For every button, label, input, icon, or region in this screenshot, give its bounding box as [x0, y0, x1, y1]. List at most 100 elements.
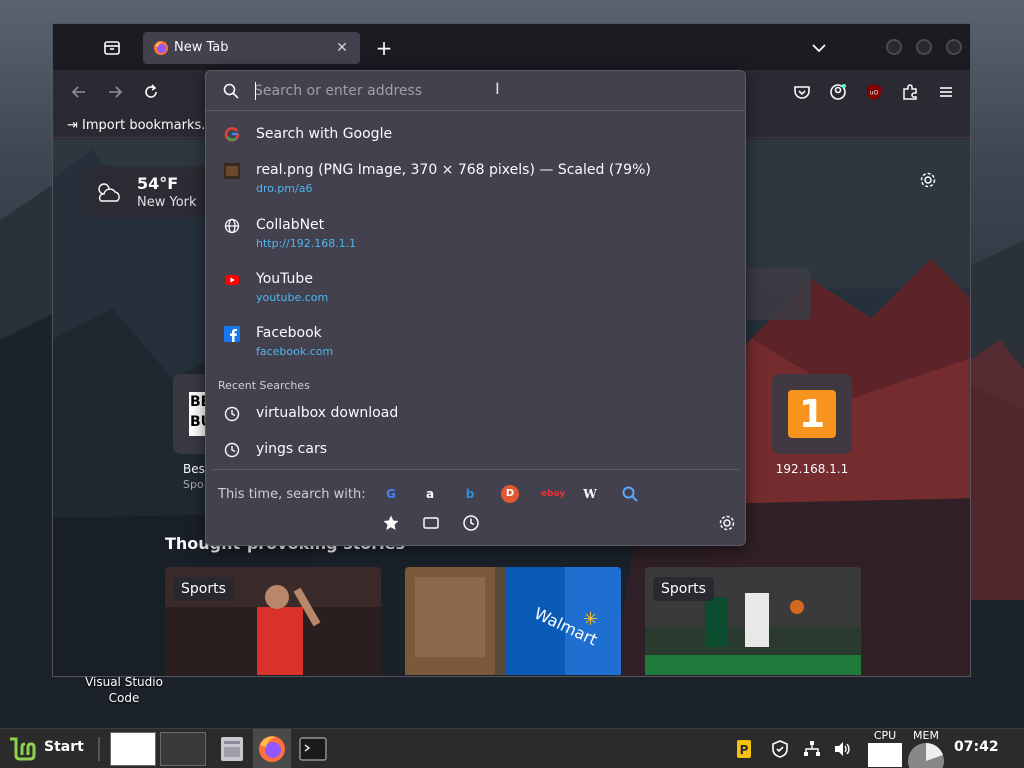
- svg-text:uO: uO: [870, 90, 879, 97]
- search-engine-icon[interactable]: [621, 485, 639, 503]
- network-icon[interactable]: [802, 739, 822, 759]
- history-icon[interactable]: [462, 514, 480, 532]
- wikipedia-engine-icon[interactable]: W: [581, 485, 599, 503]
- bookmarks-star-icon[interactable]: [382, 514, 400, 532]
- story-tag: Sports: [173, 577, 234, 601]
- story-tag: Sports: [653, 577, 714, 601]
- top-site-label: 192.168.1.1: [775, 462, 849, 476]
- text-caret: [255, 82, 256, 100]
- result-url: youtube.com: [256, 291, 329, 304]
- volume-icon[interactable]: [832, 739, 852, 759]
- firefox-task-active[interactable]: [253, 729, 291, 768]
- youtube-icon: [225, 275, 239, 285]
- search-settings-gear-icon[interactable]: [718, 514, 736, 532]
- cloud-sun-icon: [98, 183, 120, 202]
- pamac-update-icon[interactable]: P: [734, 739, 754, 759]
- file-manager-icon[interactable]: [216, 733, 248, 765]
- recent-search-item[interactable]: virtualbox download: [206, 400, 745, 428]
- result-title: Facebook: [256, 325, 322, 341]
- story-card[interactable]: Sports: [645, 567, 861, 675]
- duckduckgo-engine-icon[interactable]: D: [501, 485, 519, 503]
- urlbar-result[interactable]: CollabNet http://192.168.1.1: [206, 212, 745, 262]
- mem-meter[interactable]: MEM: [907, 729, 945, 768]
- svg-text:✳: ✳: [583, 609, 598, 630]
- urlbar-result[interactable]: Facebook facebook.com: [206, 320, 745, 370]
- story-image: Walmart ✳: [405, 567, 621, 675]
- cpu-graph: [868, 743, 902, 767]
- menu-hamburger-icon[interactable]: [936, 82, 956, 102]
- import-bookmarks-button[interactable]: ⇥ Import bookmarks...: [67, 116, 214, 136]
- chevron-down-icon[interactable]: [809, 38, 829, 58]
- extensions-icon[interactable]: [900, 82, 920, 102]
- taskbar-separator: [98, 737, 100, 761]
- urlbar-result[interactable]: real.png (PNG Image, 370 × 768 pixels) —…: [206, 157, 745, 207]
- clock[interactable]: 07:42: [954, 739, 999, 755]
- reload-icon[interactable]: [141, 82, 161, 102]
- forward-arrow-icon[interactable]: [105, 82, 125, 102]
- mem-graph: [908, 743, 944, 768]
- recent-search-item[interactable]: yings cars: [206, 436, 745, 464]
- account-icon[interactable]: [828, 82, 848, 102]
- bing-engine-icon[interactable]: b: [461, 485, 479, 503]
- tab-list-icon[interactable]: [102, 38, 122, 58]
- new-tab-button[interactable]: +: [373, 37, 395, 59]
- tabs-icon[interactable]: [422, 514, 440, 532]
- newtab-settings-gear-icon[interactable]: [919, 171, 937, 189]
- divider: [212, 469, 739, 470]
- taskbar: Start P CPU MEM 07:42: [0, 728, 1024, 768]
- terminal-icon[interactable]: [297, 733, 329, 765]
- start-label: Start: [44, 739, 84, 755]
- history-clock-icon: [224, 406, 240, 422]
- weather-city: New York: [137, 195, 197, 210]
- result-title: Search with Google: [256, 126, 393, 142]
- oneoff-search-label: This time, search with:: [218, 487, 366, 502]
- newtab-search-box-edge[interactable]: [747, 268, 811, 320]
- weather-temp: 54°F: [137, 174, 179, 193]
- cpu-meter-label: CPU: [873, 729, 897, 742]
- urlbar-input[interactable]: [254, 79, 724, 103]
- maximize-button[interactable]: [916, 39, 932, 55]
- close-window-button[interactable]: [946, 39, 962, 55]
- result-title: CollabNet: [256, 217, 325, 233]
- ublock-origin-icon[interactable]: uO: [864, 82, 884, 102]
- urlbar-result[interactable]: YouTube youtube.com: [206, 266, 745, 316]
- close-tab-icon[interactable]: ✕: [332, 38, 352, 58]
- history-clock-icon: [224, 442, 240, 458]
- urlbar-input-row: I: [206, 71, 745, 111]
- recent-search-text: virtualbox download: [256, 405, 399, 421]
- amazon-engine-icon[interactable]: a: [421, 485, 439, 503]
- workspace-2[interactable]: [160, 732, 206, 766]
- back-arrow-icon[interactable]: [69, 82, 89, 102]
- google-icon: [224, 127, 240, 142]
- firefox-icon: [259, 736, 285, 762]
- search-icon: [223, 83, 239, 99]
- title-bar: New Tab ✕ +: [53, 24, 970, 70]
- urlbar-dropdown: I Search with Google real.png (PNG Image…: [205, 70, 746, 546]
- minimize-button[interactable]: [886, 39, 902, 55]
- linux-mint-icon: [10, 737, 36, 761]
- mouse-ibeam-cursor: I: [495, 79, 500, 98]
- cpu-meter[interactable]: CPU: [866, 729, 904, 768]
- svg-text:P: P: [740, 743, 749, 757]
- urlbar-result-search-google[interactable]: Search with Google: [206, 119, 745, 149]
- tab-new-tab[interactable]: New Tab ✕: [143, 32, 360, 64]
- result-url: dro.pm/a6: [256, 182, 313, 195]
- top-site-label: Bes: [183, 462, 205, 476]
- import-icon: ⇥: [67, 118, 78, 133]
- recent-searches-label: Recent Searches: [218, 379, 310, 392]
- top-site-tile[interactable]: 1: [772, 374, 852, 454]
- router-icon: 1: [788, 390, 836, 438]
- workspace-1[interactable]: [110, 732, 156, 766]
- shield-icon[interactable]: [770, 739, 790, 759]
- story-card[interactable]: Sports: [165, 567, 381, 675]
- result-title: real.png (PNG Image, 370 × 768 pixels) —…: [256, 162, 651, 178]
- firefox-icon: [154, 41, 168, 55]
- desktop-icon-label[interactable]: Visual Studio Code: [74, 674, 174, 706]
- result-url: http://192.168.1.1: [256, 237, 357, 250]
- import-bookmarks-label: Import bookmarks...: [82, 118, 214, 133]
- ebay-engine-icon[interactable]: ebay: [541, 485, 565, 503]
- result-url: facebook.com: [256, 345, 334, 358]
- story-card[interactable]: Walmart ✳: [405, 567, 621, 675]
- pocket-icon[interactable]: [792, 82, 812, 102]
- google-engine-icon[interactable]: G: [382, 485, 400, 503]
